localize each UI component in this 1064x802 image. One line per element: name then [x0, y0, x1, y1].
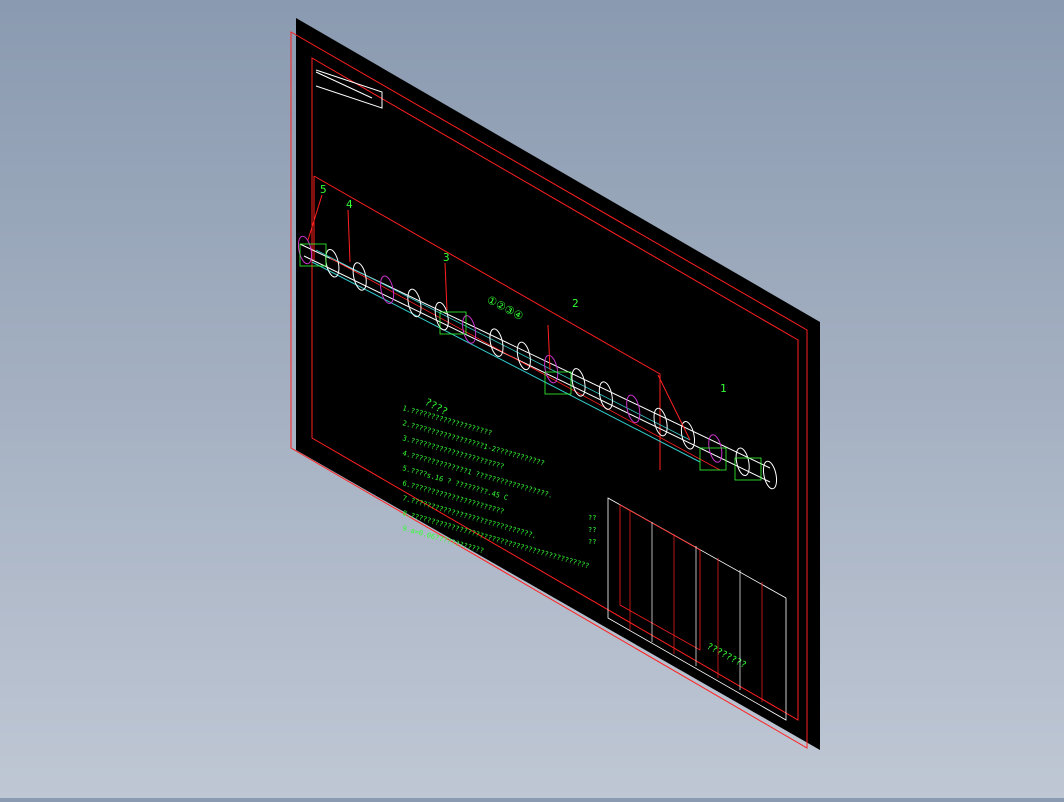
isometric-drawing-view: ①②③④ 54321 ???? 1.????????????????????2.…	[290, 18, 820, 750]
part-label: 1	[720, 382, 727, 395]
drawing-sheet	[296, 18, 820, 750]
spec-label: ??	[588, 514, 596, 522]
specification-labels: ??????	[588, 514, 596, 546]
spec-label: ??	[588, 538, 596, 546]
spec-label: ??	[588, 526, 596, 534]
cad-viewport[interactable]: ①②③④ 54321 ???? 1.???????????????????? 2.…	[0, 0, 1064, 798]
part-label: 2	[572, 297, 579, 310]
part-label: 5	[320, 183, 327, 196]
part-label: 3	[443, 251, 450, 264]
part-label: 4	[346, 198, 353, 211]
